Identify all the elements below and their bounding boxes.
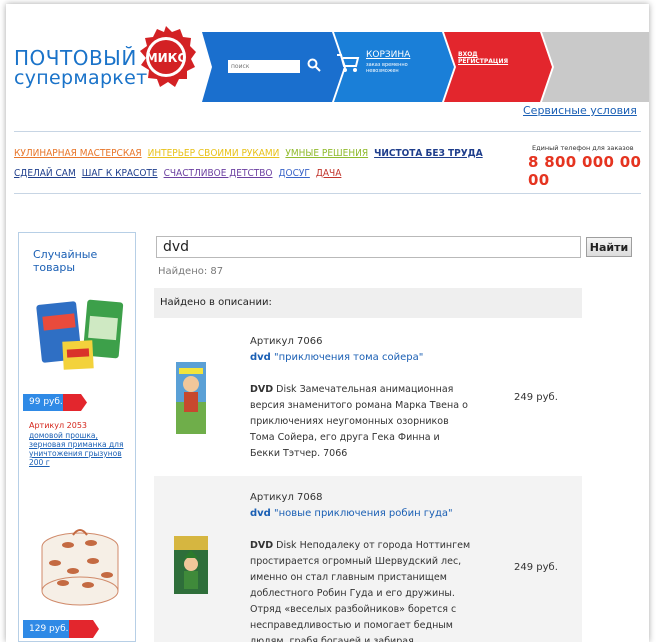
category-cleaning[interactable]: ЧИСТОТА БЕЗ ТРУДА — [374, 148, 483, 159]
category-smart[interactable]: УМНЫЕ РЕШЕНИЯ — [285, 148, 368, 159]
result-article: Артикул 7066 — [250, 336, 323, 347]
category-garden[interactable]: ДАЧА — [316, 168, 342, 179]
category-culinary[interactable]: КУЛИНАРНАЯ МАСТЕРСКАЯ — [14, 148, 142, 159]
result-keyword: dvd — [250, 352, 271, 363]
logo-line1: ПОЧТОВЫЙ — [14, 46, 137, 70]
section-header: Найдено в описании: — [154, 288, 582, 318]
logo-line2: супермаркет — [14, 67, 148, 89]
page: ПОЧТОВЫЙ супермаркет МИКС КОРЗИНА заказ … — [6, 4, 649, 642]
product-image-storage-box[interactable] — [33, 523, 127, 611]
seal-text: МИКС — [146, 51, 187, 65]
result-desc-text: Disk Неподалеку от города Ноттингем прос… — [250, 540, 471, 642]
result-title-link[interactable]: dvd "новые приключения робин гуда" — [250, 508, 453, 519]
result-item: Артикул 7066 dvd "приключения тома сойер… — [154, 322, 582, 472]
cart-status: заказ временно невозможен — [366, 62, 408, 74]
result-article: Артикул 7068 — [250, 492, 323, 503]
section-title: Найдено в описании: — [160, 297, 272, 308]
result-description: DVD Disk Замечательная анимационная верс… — [250, 382, 472, 462]
result-desc-keyword: DVD — [250, 384, 274, 395]
result-description: DVD Disk Неподалеку от города Ноттингем … — [250, 538, 472, 642]
divider-top — [14, 131, 641, 132]
dvd-cover-tom-sawyer[interactable] — [176, 362, 206, 434]
login-register-link[interactable]: ВХОД РЕГИСТРАЦИЯ — [458, 51, 508, 65]
category-interior[interactable]: ИНТЕРЬЕР СВОИМИ РУКАМИ — [148, 148, 280, 159]
dvd-cover-robin-hood[interactable] — [174, 536, 208, 594]
category-childhood[interactable]: СЧАСТЛИВОЕ ДЕТСТВО — [164, 168, 273, 179]
category-beauty[interactable]: ШАГ К КРАСОТЕ — [82, 168, 158, 179]
phone-number: 8 800 000 00 00 — [528, 153, 642, 189]
category-leisure[interactable]: ДОСУГ — [279, 168, 310, 179]
mix-seal-logo: МИКС — [140, 26, 196, 87]
login-label: ВХОД — [458, 51, 478, 58]
product-image-rodent-bait[interactable] — [33, 295, 127, 377]
result-title: "приключения тома сойера" — [274, 352, 424, 363]
random-products-sidebar: Случайные товары 99 руб. Артикул 2053 до… — [18, 232, 136, 642]
result-desc-keyword: DVD — [250, 540, 274, 551]
price-value: 99 руб. — [29, 397, 63, 407]
sidebar-title: Случайные товары — [33, 248, 98, 274]
find-button[interactable]: Найти — [586, 237, 632, 257]
product-title-link[interactable]: домовой прошка, зерновая приманка для ун… — [29, 431, 129, 467]
category-diy[interactable]: СДЕЛАЙ САМ — [14, 168, 76, 179]
price-value: 129 руб. — [29, 624, 69, 634]
result-title: "новые приключения робин гуда" — [274, 508, 453, 519]
category-nav: КУЛИНАРНАЯ МАСТЕРСКАЯ ИНТЕРЬЕР СВОИМИ РУК… — [14, 144, 514, 184]
cart-link[interactable]: КОРЗИНА — [366, 50, 410, 60]
result-title-link[interactable]: dvd "приключения тома сойера" — [250, 352, 423, 363]
divider-middle — [14, 193, 641, 194]
result-price: 249 руб. — [514, 562, 558, 573]
result-keyword: dvd — [250, 508, 271, 519]
result-desc-text: Disk Замечательная анимационная версия з… — [250, 384, 468, 459]
search-query-input[interactable] — [156, 236, 581, 258]
header: ПОЧТОВЫЙ супермаркет МИКС КОРЗИНА заказ … — [6, 4, 649, 102]
search-icon[interactable] — [306, 57, 322, 73]
results-count: Найдено: 87 — [158, 266, 224, 277]
register-label: РЕГИСТРАЦИЯ — [458, 58, 509, 65]
result-price: 249 руб. — [514, 392, 558, 403]
service-terms-link[interactable]: Сервисные условия — [523, 104, 637, 117]
logo[interactable]: ПОЧТОВЫЙ супермаркет — [14, 48, 147, 88]
phone-label: Единый телефон для заказов — [532, 144, 634, 152]
product-article: Артикул 2053 — [29, 421, 87, 430]
result-item: Артикул 7068 dvd "новые приключения роби… — [154, 476, 582, 642]
cart-icon[interactable] — [336, 52, 360, 74]
search-box[interactable] — [228, 60, 300, 73]
